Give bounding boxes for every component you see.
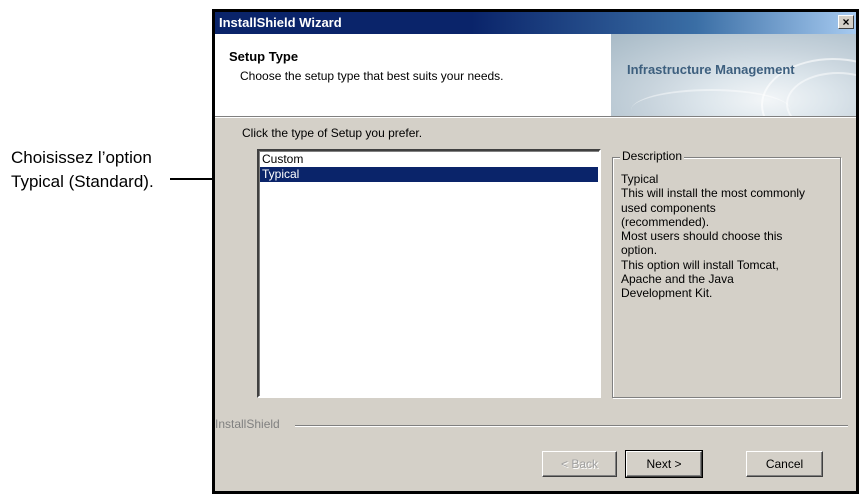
header-divider [215,116,856,118]
product-banner: Infrastructure Management [611,34,856,116]
banner-product-name: Infrastructure Management [627,62,795,77]
next-button[interactable]: Next > [625,450,703,478]
setup-type-listbox[interactable]: Custom Typical [257,149,601,398]
installshield-brand-label: InstallShield [215,417,280,431]
description-line: (recommended). [621,214,710,229]
description-line: Apache and the Java [621,272,734,287]
description-line: This option will install Tomcat, [621,257,779,272]
annotation-line-2: Typical (Standard). [11,172,154,191]
description-line: This will install the most commonly [621,186,806,201]
description-line: Most users should choose this [621,229,783,244]
description-text: Typical This will install the most commo… [621,172,841,301]
close-button[interactable]: × [838,15,854,29]
description-line: used components [621,200,716,215]
setup-prompt: Click the type of Setup you prefer. [242,126,423,140]
close-icon: × [842,15,850,29]
wizard-header: Setup Type Choose the setup type that be… [215,34,856,116]
list-item-typical[interactable]: Typical [260,167,598,182]
description-line: option. [621,243,658,258]
annotation-line-1: Choisissez l’option [11,148,152,167]
description-label: Description [620,149,685,163]
annotation-callout: Choisissez l’option Typical (Standard). [11,146,181,194]
description-line: Development Kit. [621,286,713,301]
list-item-custom[interactable]: Custom [260,152,598,167]
cancel-button[interactable]: Cancel [746,451,823,477]
page-subtitle: Choose the setup type that best suits yo… [240,69,504,83]
page-title: Setup Type [229,49,299,64]
title-bar[interactable]: InstallShield Wizard × [215,12,856,34]
installshield-dialog: InstallShield Wizard × Setup Type Choose… [212,9,859,494]
footer-divider [295,425,848,427]
window-title: InstallShield Wizard [219,15,342,30]
back-button[interactable]: < Back [542,451,617,477]
description-line: Typical [621,172,659,186]
